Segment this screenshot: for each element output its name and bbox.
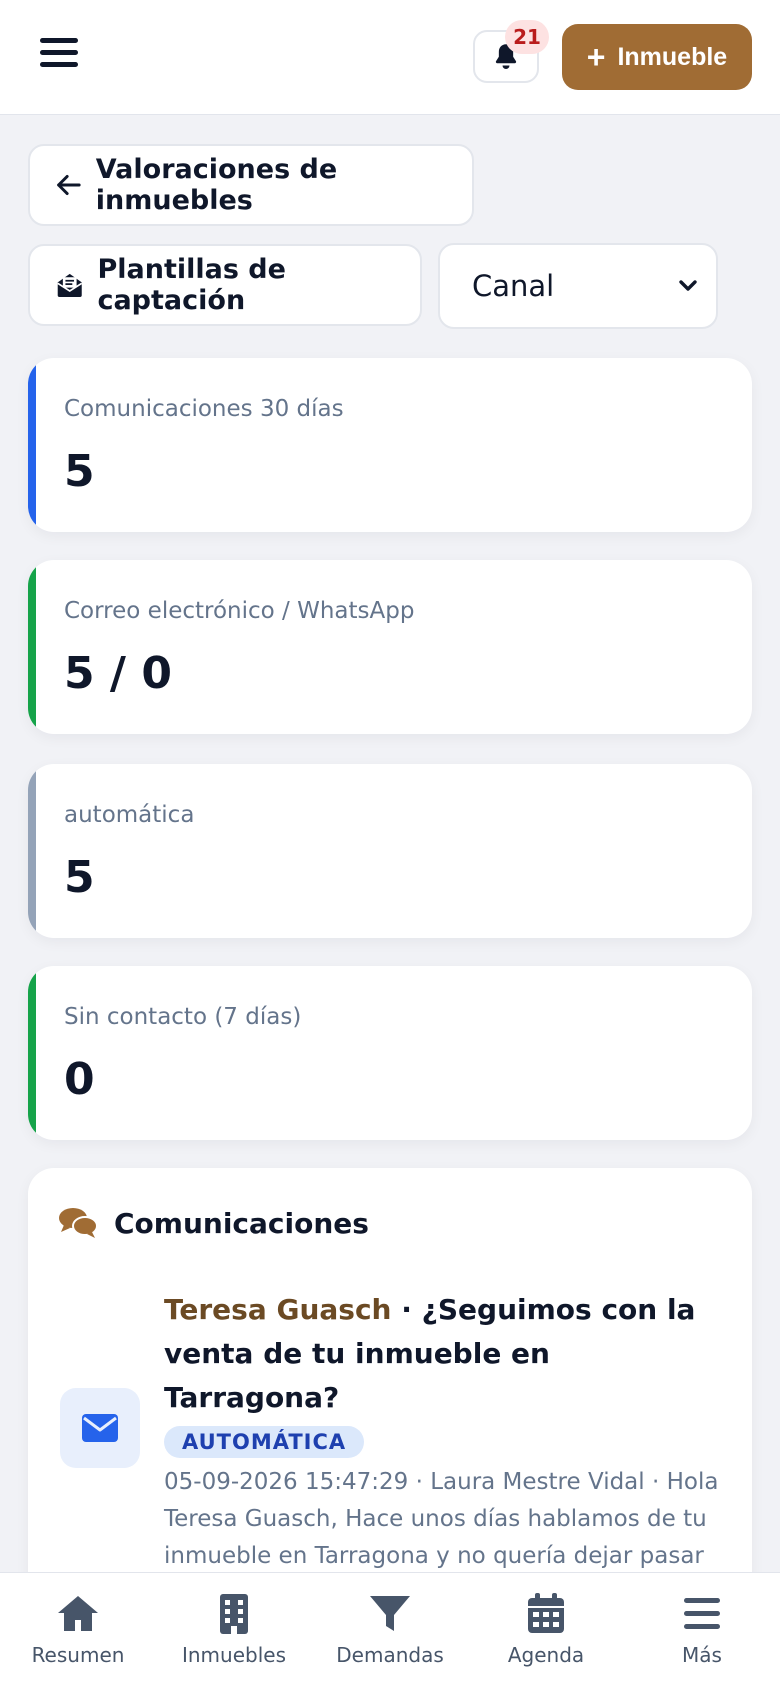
stat-accent-bar bbox=[28, 358, 36, 532]
communications-header: Comunicaciones bbox=[58, 1206, 369, 1240]
nav-label: Inmuebles bbox=[181, 1643, 286, 1667]
nav-label: Más bbox=[682, 1643, 722, 1667]
nav-label: Demandas bbox=[336, 1643, 444, 1667]
stat-card-no-contact-7d: Sin contacto (7 días) 0 bbox=[28, 966, 752, 1140]
nav-label: Agenda bbox=[507, 1643, 585, 1667]
add-property-button[interactable]: + Inmueble bbox=[562, 24, 752, 90]
nav-item-mas[interactable]: Más bbox=[624, 1573, 780, 1667]
stat-card-communications-30d: Comunicaciones 30 días 5 bbox=[28, 358, 752, 532]
arrow-left-icon bbox=[57, 174, 81, 196]
home-icon bbox=[58, 1596, 98, 1631]
calendar-icon bbox=[528, 1593, 564, 1633]
stat-accent-bar bbox=[28, 966, 36, 1140]
app-root: 21 + Inmueble Valoraciones de inmuebles … bbox=[0, 0, 780, 1688]
envelope-open-text-icon bbox=[57, 273, 83, 298]
back-button-label: Valoraciones de inmuebles bbox=[95, 154, 338, 216]
nav-item-resumen[interactable]: Resumen bbox=[0, 1573, 156, 1667]
building-icon bbox=[220, 1594, 248, 1634]
back-to-valuations-button[interactable]: Valoraciones de inmuebles bbox=[28, 144, 474, 226]
hamburger-menu-icon[interactable] bbox=[40, 38, 78, 72]
contact-name[interactable]: Teresa Guasch bbox=[164, 1293, 392, 1326]
envelope-icon bbox=[82, 1414, 118, 1442]
title-separator: · bbox=[391, 1293, 422, 1326]
filter-icon bbox=[370, 1596, 410, 1631]
nav-item-inmuebles[interactable]: Inmuebles bbox=[156, 1573, 312, 1667]
stat-card-automatic: automática 5 bbox=[28, 764, 752, 938]
comments-icon bbox=[59, 1208, 98, 1238]
communication-title: Teresa Guasch · ¿Seguimos con la venta d… bbox=[164, 1288, 734, 1420]
stat-card-email-whatsapp: Correo electrónico / WhatsApp 5 / 0 bbox=[28, 560, 752, 734]
stat-label: Comunicaciones 30 días bbox=[64, 396, 344, 422]
templates-button-label: Plantillas de captación bbox=[97, 254, 286, 316]
stat-accent-bar bbox=[28, 764, 36, 938]
bottom-navigation: Resumen Inmuebles Demandas Agenda Más bbox=[0, 1572, 780, 1688]
communication-item[interactable]: Teresa Guasch · ¿Seguimos con la venta d… bbox=[164, 1288, 734, 1612]
capture-templates-button[interactable]: Plantillas de captación bbox=[28, 244, 422, 326]
stat-value: 0 bbox=[64, 1054, 95, 1105]
top-bar: 21 + Inmueble bbox=[0, 0, 780, 115]
add-property-label: Inmueble bbox=[617, 42, 728, 71]
chevron-down-icon bbox=[679, 280, 697, 291]
nav-item-agenda[interactable]: Agenda bbox=[468, 1573, 624, 1667]
notification-count-badge: 21 bbox=[505, 20, 549, 54]
stat-accent-bar bbox=[28, 560, 36, 734]
channel-select[interactable]: Canal bbox=[438, 243, 718, 329]
stat-label: Sin contacto (7 días) bbox=[64, 1004, 302, 1030]
stat-value: 5 bbox=[64, 852, 95, 903]
channel-select-value: Canal bbox=[472, 269, 555, 303]
menu-icon bbox=[684, 1598, 720, 1629]
email-channel-tile bbox=[60, 1388, 140, 1468]
communications-title: Comunicaciones bbox=[114, 1206, 369, 1240]
stat-label: automática bbox=[64, 802, 195, 828]
stat-label: Correo electrónico / WhatsApp bbox=[64, 598, 415, 624]
nav-item-demandas[interactable]: Demandas bbox=[312, 1573, 468, 1667]
nav-label: Resumen bbox=[31, 1643, 125, 1667]
automatic-tag-badge: AUTOMÁTICA bbox=[164, 1426, 365, 1458]
stat-value: 5 / 0 bbox=[64, 648, 172, 699]
plus-icon: + bbox=[586, 39, 606, 75]
stat-value: 5 bbox=[64, 446, 95, 497]
